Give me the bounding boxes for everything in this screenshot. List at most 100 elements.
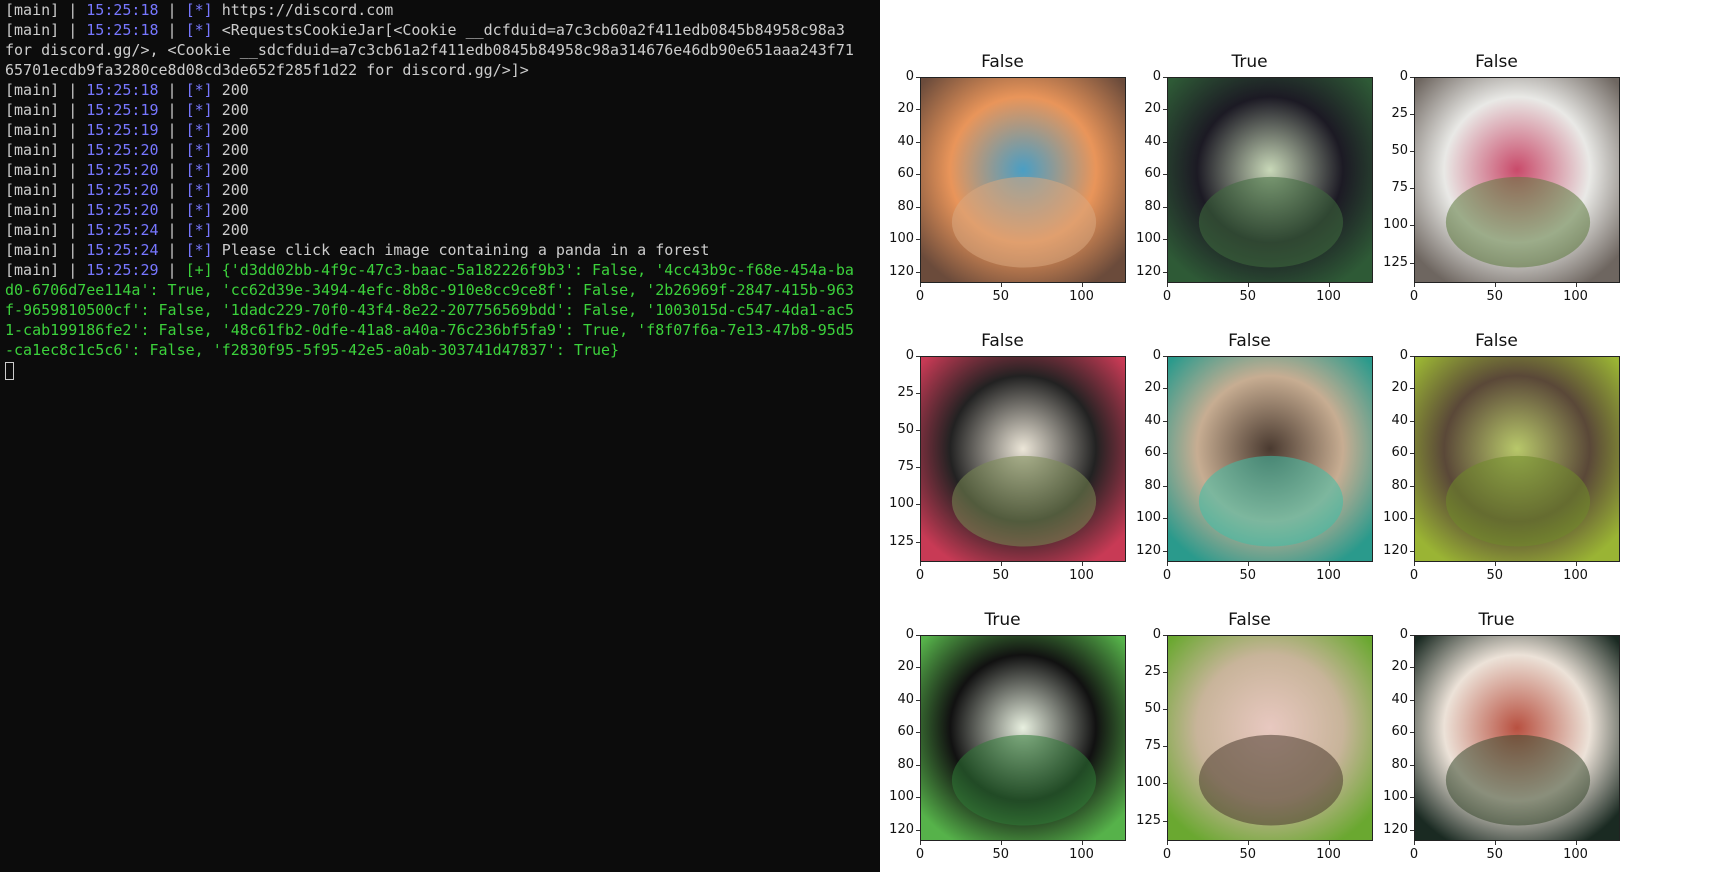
y-tick-label: 25 bbox=[1391, 106, 1408, 122]
x-tick-mark bbox=[1575, 283, 1577, 287]
log-message: 200 bbox=[221, 141, 249, 159]
y-tick-mark bbox=[1410, 518, 1414, 520]
log-line: [main] | 15:25:18 | [*] 200 bbox=[5, 81, 249, 99]
y-tick-mark bbox=[916, 271, 920, 273]
terminal-window[interactable]: [main] | 15:25:18 | [*] https://discord.… bbox=[0, 0, 880, 872]
y-tick-mark bbox=[1163, 239, 1167, 241]
y-tick-label: 80 bbox=[1144, 198, 1161, 214]
prompt-line[interactable] bbox=[5, 360, 880, 380]
y-tick-mark bbox=[1410, 356, 1414, 357]
x-tick-mark bbox=[1081, 841, 1083, 845]
panel-title: True bbox=[984, 610, 1021, 630]
captcha-panel: False 0 20 40 60 80 100 120 0 50 100 bbox=[1127, 331, 1373, 583]
y-tick-mark bbox=[916, 393, 920, 395]
log-time: 15:25:20 bbox=[86, 161, 159, 179]
y-tick-mark bbox=[916, 239, 920, 241]
captcha-image[interactable] bbox=[1167, 356, 1373, 562]
captcha-image[interactable] bbox=[1167, 77, 1373, 283]
captcha-image[interactable] bbox=[1167, 635, 1373, 841]
panel-axes: 0 20 40 60 80 100 120 0 50 100 bbox=[1383, 627, 1620, 862]
y-tick-label: 60 bbox=[1144, 445, 1161, 461]
y-tick-label: 20 bbox=[897, 659, 914, 675]
y-tick-mark bbox=[1410, 764, 1414, 766]
x-tick-label: 100 bbox=[1316, 289, 1341, 304]
y-tick-mark bbox=[916, 764, 920, 766]
panel-title: False bbox=[981, 331, 1024, 351]
y-tick-mark bbox=[916, 504, 920, 506]
log-line: f-9659810500cf': False, '1dadc229-70f0-4… bbox=[5, 300, 880, 320]
y-tick-mark bbox=[916, 829, 920, 831]
y-tick-mark bbox=[1163, 77, 1167, 78]
y-tick-label: 40 bbox=[1144, 133, 1161, 149]
x-tick-mark bbox=[920, 841, 921, 845]
y-tick-label: 60 bbox=[1391, 445, 1408, 461]
panel-title: False bbox=[1475, 331, 1518, 351]
log-line: [main] | 15:25:18 | [*] https://discord.… bbox=[5, 1, 394, 19]
y-tick-mark bbox=[1410, 114, 1414, 116]
y-tick-label: 120 bbox=[889, 821, 914, 837]
x-tick-label: 0 bbox=[1409, 568, 1419, 583]
y-tick-label: 75 bbox=[1144, 738, 1161, 754]
captcha-image[interactable] bbox=[1414, 77, 1620, 283]
log-symbol: [*] bbox=[185, 161, 213, 179]
x-tick-mark bbox=[1000, 283, 1002, 287]
x-tick-mark bbox=[1000, 841, 1002, 845]
captcha-image[interactable] bbox=[1414, 356, 1620, 562]
log-line: 1-cab199186fe2': False, '48c61fb2-0dfe-4… bbox=[5, 320, 880, 340]
x-tick-label: 100 bbox=[1563, 289, 1588, 304]
log-symbol: [*] bbox=[185, 201, 213, 219]
y-tick-mark bbox=[1410, 550, 1414, 552]
y-tick-label: 100 bbox=[1136, 510, 1161, 526]
x-tick-mark bbox=[1494, 841, 1496, 845]
captcha-image[interactable] bbox=[1414, 635, 1620, 841]
y-tick-label: 20 bbox=[1391, 659, 1408, 675]
y-tick-label: 40 bbox=[1391, 412, 1408, 428]
log-time: 15:25:18 bbox=[86, 21, 159, 39]
y-tick-mark bbox=[1163, 388, 1167, 390]
y-tick-mark bbox=[916, 699, 920, 701]
panel-title: False bbox=[1228, 610, 1271, 630]
log-symbol: [+] bbox=[185, 261, 213, 279]
log-line: -ca1ec8c1c5c6': False, 'f2830f95-5f95-42… bbox=[5, 340, 880, 360]
captcha-image[interactable] bbox=[920, 356, 1126, 562]
panel-title: False bbox=[981, 52, 1024, 72]
x-tick-mark bbox=[1328, 841, 1330, 845]
y-tick-label: 80 bbox=[897, 756, 914, 772]
y-tick-mark bbox=[1410, 667, 1414, 669]
y-tick-label: 80 bbox=[1391, 756, 1408, 772]
log-message: 200 bbox=[221, 221, 249, 239]
y-tick-label: 0 bbox=[905, 69, 914, 84]
log-time: 15:25:20 bbox=[86, 141, 159, 159]
captcha-image[interactable] bbox=[920, 635, 1126, 841]
captcha-panel: True 0 20 40 60 80 100 120 0 50 100 bbox=[1127, 52, 1373, 304]
log-line: [main] | 15:25:19 | [*] 200 bbox=[5, 121, 249, 139]
y-tick-label: 0 bbox=[1399, 348, 1408, 363]
log-line: [main] | 15:25:18 | [*] <RequestsCookieJ… bbox=[5, 21, 845, 39]
y-tick-mark bbox=[916, 797, 920, 799]
log-symbol: [*] bbox=[185, 181, 213, 199]
captcha-panel: False 0 25 50 75 100 125 0 50 100 bbox=[1374, 52, 1620, 304]
log-line: [main] | 15:25:19 | [*] 200 bbox=[5, 101, 249, 119]
y-tick-label: 20 bbox=[897, 101, 914, 117]
x-tick-label: 50 bbox=[1486, 568, 1504, 583]
log-message: <RequestsCookieJar[<Cookie __dcfduid=a7c… bbox=[221, 21, 845, 39]
y-tick-label: 100 bbox=[1383, 789, 1408, 805]
log-tag: [main] bbox=[5, 121, 60, 139]
y-tick-label: 120 bbox=[889, 263, 914, 279]
log-tag: [main] bbox=[5, 1, 60, 19]
y-tick-label: 25 bbox=[897, 385, 914, 401]
log-message: 200 bbox=[221, 81, 249, 99]
y-tick-label: 0 bbox=[1152, 69, 1161, 84]
log-line: [main] | 15:25:20 | [*] 200 bbox=[5, 201, 249, 219]
log-time: 15:25:18 bbox=[86, 81, 159, 99]
log-tag: [main] bbox=[5, 221, 60, 239]
x-tick-mark bbox=[1167, 562, 1168, 566]
x-tick-label: 0 bbox=[1409, 289, 1419, 304]
y-tick-mark bbox=[1410, 77, 1414, 78]
log-continuation: 65701ecdb9fa3280ce8d08cd3de652f285f1d22 … bbox=[5, 61, 529, 79]
y-tick-mark bbox=[916, 667, 920, 669]
y-tick-mark bbox=[1163, 550, 1167, 552]
captcha-image[interactable] bbox=[920, 77, 1126, 283]
y-tick-label: 80 bbox=[1391, 477, 1408, 493]
log-message: 200 bbox=[221, 121, 249, 139]
